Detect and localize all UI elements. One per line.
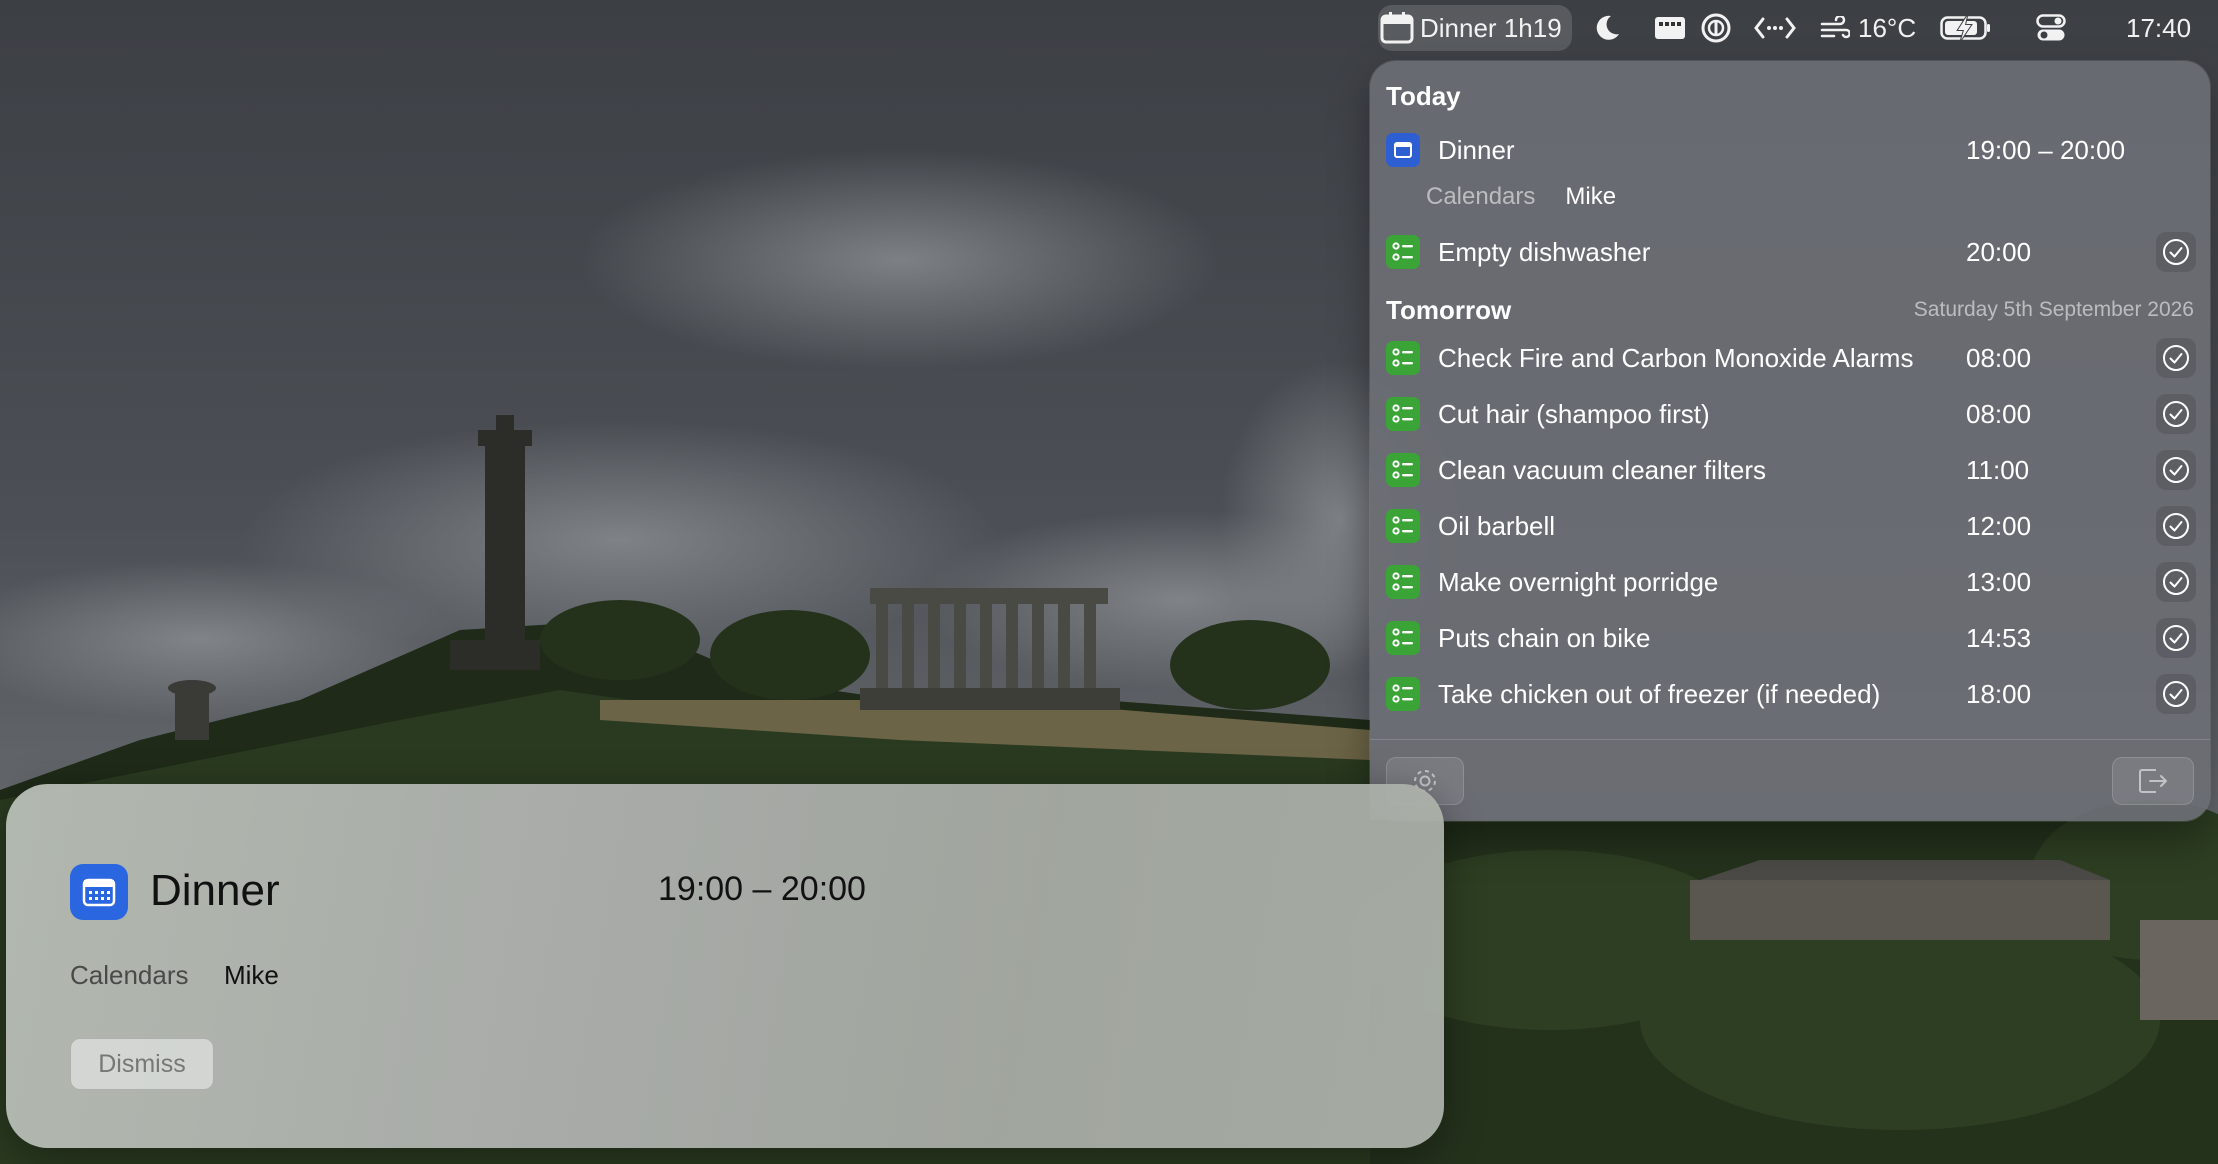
- menubar-event-label: Dinner 1h19: [1420, 12, 1562, 43]
- reminder-row[interactable]: Empty dishwasher 20:00: [1386, 229, 2196, 275]
- reminder-time: 11:00: [1966, 454, 2030, 485]
- checkmark-circle-icon: [2163, 345, 2189, 371]
- reminder-list-icon: [1386, 341, 1420, 375]
- complete-reminder-button[interactable]: [2156, 394, 2196, 434]
- reminder-title: Make overnight porridge: [1438, 566, 1719, 597]
- reminder-time: 14:53: [1966, 622, 2032, 653]
- checkmark-circle-icon: [2163, 625, 2189, 651]
- checkmark-circle-icon: [2163, 681, 2189, 707]
- complete-reminder-button[interactable]: [2156, 562, 2196, 602]
- notification-calendar-value: Mike: [224, 960, 279, 990]
- reminder-time: 08:00: [1966, 398, 2032, 429]
- reminder-list-icon: [1386, 235, 1420, 269]
- password-icon[interactable]: [1700, 0, 1732, 56]
- display-icon[interactable]: [1654, 0, 1686, 56]
- today-heading: Today: [1386, 81, 1461, 111]
- menu-bar: Dinner 1h19 16°C 17:40: [0, 0, 2218, 56]
- complete-reminder-button[interactable]: [2156, 232, 2196, 272]
- complete-reminder-button[interactable]: [2156, 338, 2196, 378]
- checkmark-circle-icon: [2163, 513, 2189, 539]
- reminder-time: 13:00: [1966, 566, 2032, 597]
- reminder-time: 18:00: [1966, 678, 2032, 709]
- battery-charging-icon[interactable]: [1940, 0, 1992, 56]
- reminder-row[interactable]: Puts chain on bike 14:53: [1386, 615, 2196, 661]
- quit-button[interactable]: [2112, 757, 2194, 805]
- reminder-list-icon: [1386, 565, 1420, 599]
- checkmark-circle-icon: [2163, 569, 2189, 595]
- moon-icon[interactable]: [1592, 0, 1622, 56]
- event-calendar-info: Calendars Mike: [1426, 183, 1616, 211]
- complete-reminder-button[interactable]: [2156, 618, 2196, 658]
- wind-icon: [1820, 16, 1850, 40]
- control-center-icon[interactable]: [2036, 0, 2066, 56]
- reminder-list-icon: [1386, 397, 1420, 431]
- exit-icon: [2139, 769, 2167, 793]
- reminder-list-icon: [1386, 509, 1420, 543]
- reminder-list-icon: [1386, 621, 1420, 655]
- tomorrow-date: Saturday 5th September 2026: [1913, 298, 2194, 321]
- complete-reminder-button[interactable]: [2156, 674, 2196, 714]
- reminder-row[interactable]: Cut hair (shampoo first) 08:00: [1386, 391, 2196, 437]
- event-calendar-value: Mike: [1565, 183, 1617, 210]
- event-time: 19:00 – 20:00: [1966, 134, 2126, 165]
- weather-item[interactable]: 16°C: [1820, 0, 1916, 56]
- reminder-title: Take chicken out of freezer (if needed): [1438, 678, 1881, 709]
- reminder-title: Check Fire and Carbon Monoxide Alarms: [1438, 342, 1914, 373]
- notification-title: Dinner: [150, 866, 280, 915]
- weather-temperature: 16°C: [1858, 12, 1917, 43]
- reminder-title: Empty dishwasher: [1438, 236, 1651, 267]
- event-calendar-label: Calendars: [1426, 183, 1536, 210]
- notification-time: 19:00 – 20:00: [658, 870, 866, 908]
- tomorrow-heading: Tomorrow: [1386, 295, 1512, 325]
- event-notification[interactable]: Dinner 19:00 – 20:00 Calendars Mike Dism…: [6, 784, 1444, 1148]
- menubar-clock[interactable]: 17:40: [2126, 0, 2191, 56]
- reminder-row[interactable]: Clean vacuum cleaner filters 11:00: [1386, 447, 2196, 493]
- panel-divider: [1370, 739, 2210, 740]
- complete-reminder-button[interactable]: [2156, 450, 2196, 490]
- reminder-list-icon: [1386, 677, 1420, 711]
- checkmark-circle-icon: [2163, 239, 2189, 265]
- reminder-title: Puts chain on bike: [1438, 622, 1651, 653]
- reminder-title: Cut hair (shampoo first): [1438, 398, 1710, 429]
- menubar-event-button[interactable]: Dinner 1h19: [1378, 5, 1572, 51]
- notification-calendar-label: Calendars: [70, 960, 189, 990]
- complete-reminder-button[interactable]: [2156, 506, 2196, 546]
- reminder-row[interactable]: Oil barbell 12:00: [1386, 503, 2196, 549]
- today-event-row[interactable]: Dinner 19:00 – 20:00: [1386, 127, 2196, 173]
- reminder-row[interactable]: Make overnight porridge 13:00: [1386, 559, 2196, 605]
- calendar-event-icon: [1386, 133, 1420, 167]
- code-icon[interactable]: [1754, 0, 1796, 56]
- reminder-title: Clean vacuum cleaner filters: [1438, 454, 1767, 485]
- checkmark-circle-icon: [2163, 457, 2189, 483]
- calendar-dropdown-panel: Today Dinner 19:00 – 20:00 Calendars Mike…: [1370, 61, 2210, 821]
- reminder-time: 08:00: [1966, 342, 2032, 373]
- calendar-app-icon: [70, 864, 128, 920]
- reminder-title: Oil barbell: [1438, 510, 1556, 541]
- event-title: Dinner: [1438, 134, 1515, 165]
- reminder-time: 12:00: [1966, 510, 2032, 541]
- calendar-icon: [1380, 12, 1414, 44]
- checkmark-circle-icon: [2163, 401, 2189, 427]
- reminder-list-icon: [1386, 453, 1420, 487]
- dismiss-button[interactable]: Dismiss: [70, 1038, 214, 1090]
- reminder-row[interactable]: Take chicken out of freezer (if needed) 1…: [1386, 671, 2196, 717]
- reminder-row[interactable]: Check Fire and Carbon Monoxide Alarms 08:…: [1386, 335, 2196, 381]
- reminder-time: 20:00: [1966, 236, 2032, 267]
